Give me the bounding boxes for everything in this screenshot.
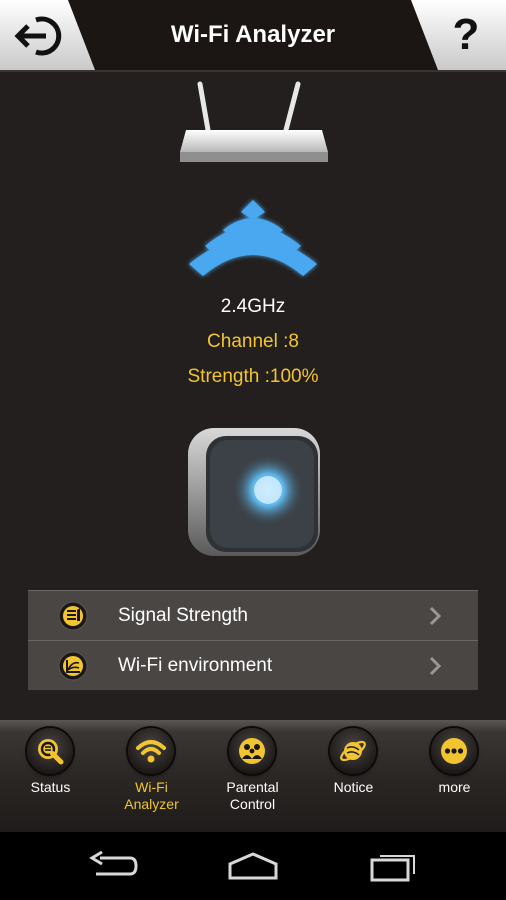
- menu-item-wifi-environment[interactable]: Wi-Fi environment: [28, 641, 478, 690]
- exit-arrow-icon: [14, 16, 62, 56]
- tab-more[interactable]: more: [404, 720, 505, 832]
- magnifier-icon: [38, 739, 64, 765]
- channel-label: Channel :8: [207, 331, 299, 352]
- tab-icon-circle: [431, 728, 477, 774]
- tab-label: Notice: [333, 779, 374, 795]
- nav-recents-icon[interactable]: [368, 850, 422, 882]
- system-nav-bar: [0, 832, 506, 900]
- chevron-right-icon: [429, 656, 442, 676]
- band-label: 2.4GHz: [220, 296, 286, 317]
- tab-icon-circle: [27, 728, 73, 774]
- router-icon: [180, 81, 328, 162]
- tab-wifi-analyzer[interactable]: Wi-Fi Analyzer: [101, 720, 202, 832]
- tab-label: Status: [30, 779, 71, 795]
- range-extender-device: [188, 428, 320, 556]
- back-button[interactable]: [14, 14, 66, 58]
- tab-status[interactable]: Status: [0, 720, 101, 832]
- tab-icon-circle: [128, 728, 174, 774]
- signal-strength-icon: [58, 601, 88, 631]
- menu-item-label: Wi-Fi environment: [118, 655, 273, 676]
- menu-item-label: Signal Strength: [118, 605, 248, 626]
- tab-icon-circle: [229, 728, 275, 774]
- nav-home-icon[interactable]: [226, 850, 280, 882]
- tab-label: Wi-Fi Analyzer: [101, 779, 202, 813]
- strength-label: Strength :100%: [187, 366, 319, 387]
- planet-icon: [340, 740, 366, 762]
- tab-label-line: Parental Control: [226, 779, 279, 812]
- help-button[interactable]: ?: [440, 10, 492, 60]
- menu-item-signal-strength[interactable]: Signal Strength: [28, 591, 478, 641]
- app-header: Wi-Fi Analyzer ?: [0, 0, 506, 72]
- tab-parental-control[interactable]: Parental Control: [202, 720, 303, 832]
- nav-back-icon[interactable]: [86, 850, 140, 882]
- more-dots-icon: [441, 738, 467, 764]
- tab-label: more: [438, 779, 471, 795]
- tab-label: Parental Control: [202, 779, 303, 813]
- chevron-right-icon: [429, 606, 442, 626]
- family-icon: [239, 738, 265, 764]
- tab-icon-circle: [330, 728, 376, 774]
- analyzer-menu: Signal Strength Wi-Fi environment: [28, 590, 478, 690]
- bottom-tab-bar: Status Wi-Fi Analyzer Parental Control N…: [0, 720, 506, 832]
- wifi-environment-icon: [58, 651, 88, 681]
- wifi-signal-icon: [189, 200, 317, 276]
- tab-notice[interactable]: Notice: [303, 720, 404, 832]
- tab-label-line: Wi-Fi Analyzer: [124, 779, 179, 812]
- page-title: Wi-Fi Analyzer: [170, 21, 336, 48]
- wifi-icon: [136, 740, 166, 763]
